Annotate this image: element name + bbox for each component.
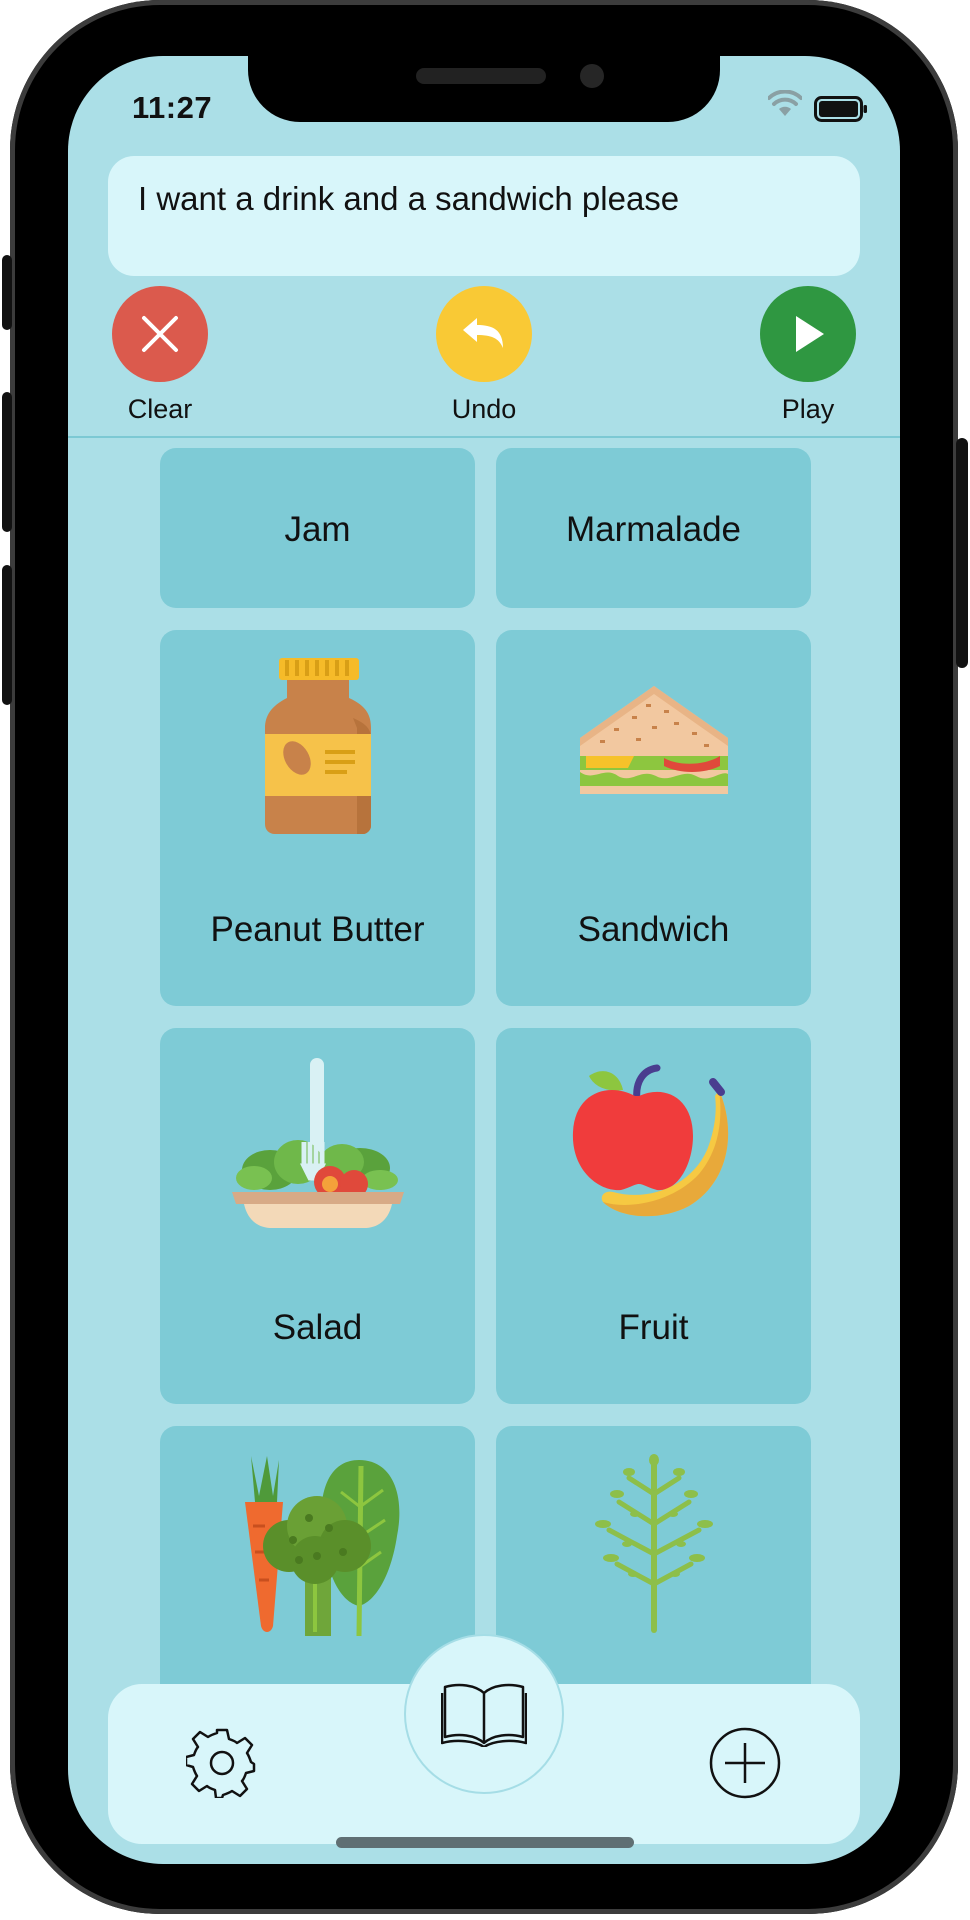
mute-switch xyxy=(2,255,12,330)
tile-marmalade[interactable]: Marmalade xyxy=(496,448,811,608)
close-icon xyxy=(142,316,178,352)
fruit-icon xyxy=(572,1064,728,1217)
tile-label: Jam xyxy=(284,510,351,549)
herb-icon xyxy=(594,1454,713,1633)
tile-label: Salad xyxy=(272,1308,363,1347)
speaker xyxy=(416,68,546,84)
word-grid[interactable]: Jam Marmalade Peanut Butter Sandwich Sal… xyxy=(68,438,900,1728)
play-button[interactable]: Play xyxy=(748,286,868,425)
clear-button[interactable]: Clear xyxy=(100,286,220,425)
book-button[interactable] xyxy=(404,1634,564,1794)
tile-fruit[interactable]: Fruit xyxy=(496,1028,811,1404)
tile-label: Sandwich xyxy=(577,910,730,949)
tile-jam[interactable]: Jam xyxy=(160,448,475,608)
volume-down-button xyxy=(2,565,12,705)
tile-salad[interactable]: Salad xyxy=(160,1028,475,1404)
settings-button[interactable] xyxy=(184,1726,258,1803)
tile-label: Fruit xyxy=(618,1308,689,1347)
sentence-text: I want a drink and a sandwich please xyxy=(138,180,680,217)
undo-label: Undo xyxy=(451,394,517,424)
play-icon xyxy=(796,316,824,352)
undo-icon xyxy=(463,318,503,348)
play-circle[interactable] xyxy=(760,286,856,382)
home-indicator[interactable] xyxy=(336,1837,634,1848)
volume-up-button xyxy=(2,392,12,532)
tile-label: Peanut Butter xyxy=(210,910,425,949)
salad-icon xyxy=(231,1058,404,1228)
clear-circle[interactable] xyxy=(112,286,208,382)
battery-icon xyxy=(814,96,867,122)
clear-label: Clear xyxy=(127,394,193,424)
wifi-icon xyxy=(768,90,802,116)
sandwich-icon xyxy=(579,686,728,794)
book-icon xyxy=(441,1683,527,1747)
sentence-bar[interactable]: I want a drink and a sandwich please xyxy=(108,156,860,276)
app-screen: 11:27 I want a drink and a sandwich plea… xyxy=(68,56,900,1864)
status-time: 11:27 xyxy=(132,90,213,125)
add-button[interactable] xyxy=(708,1726,782,1805)
tile-sandwich[interactable]: Sandwich xyxy=(496,630,811,1006)
peanut-butter-jar-icon xyxy=(264,658,371,834)
play-label: Play xyxy=(781,394,835,424)
tile-label: Marmalade xyxy=(565,510,742,549)
plus-circle-icon xyxy=(709,1727,781,1799)
notch xyxy=(248,56,720,122)
front-camera xyxy=(580,64,604,88)
power-button xyxy=(956,438,968,668)
undo-button[interactable]: Undo xyxy=(424,286,544,425)
vegetables-icon xyxy=(244,1456,399,1636)
gear-icon xyxy=(184,1728,256,1800)
tile-peanut-butter[interactable]: Peanut Butter xyxy=(160,630,475,1006)
undo-circle[interactable] xyxy=(436,286,532,382)
